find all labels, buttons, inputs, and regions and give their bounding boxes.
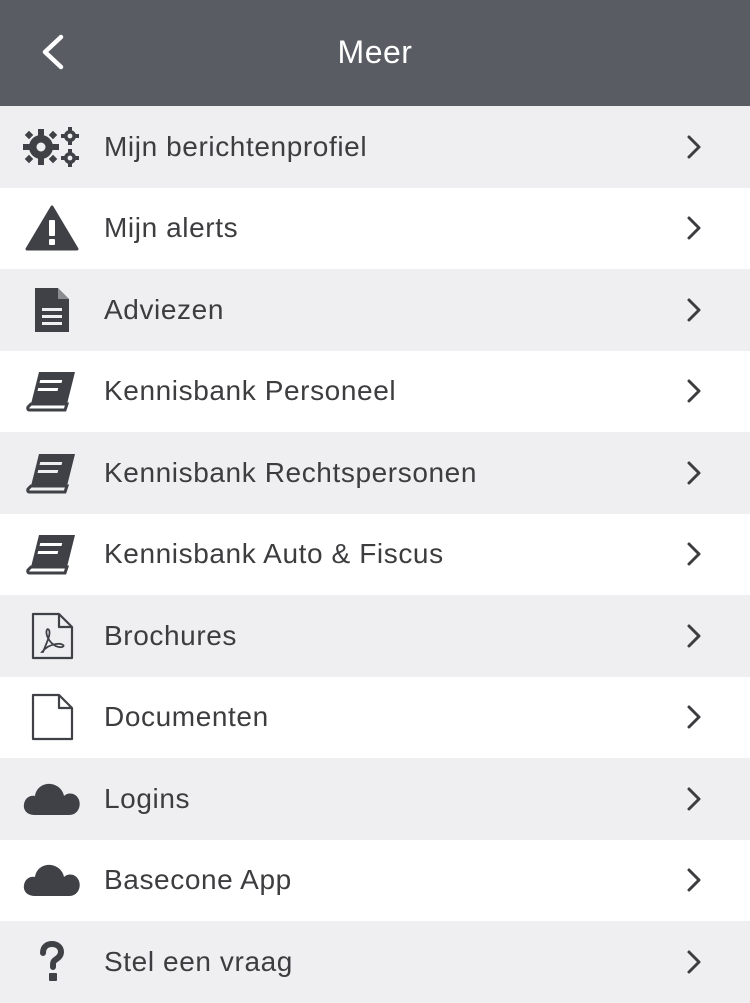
menu-item-berichtenprofiel[interactable]: Mijn berichtenprofiel: [0, 106, 750, 188]
menu-item-label: Kennisbank Personeel: [104, 375, 397, 407]
cloud-icon: [20, 855, 84, 905]
menu-item-label: Mijn berichtenprofiel: [104, 130, 368, 162]
chevron-right-icon: [676, 697, 712, 737]
chevron-right-icon: [676, 942, 712, 982]
chevron-right-icon: [676, 127, 712, 167]
menu-item-kennisbank-auto-fiscus[interactable]: Kennisbank Auto & Fiscus: [0, 514, 750, 596]
chevron-right-icon: [676, 616, 712, 656]
book-icon: [20, 448, 84, 498]
menu-item-kennisbank-personeel[interactable]: Kennisbank Personeel: [0, 351, 750, 433]
book-icon: [20, 529, 84, 579]
menu-item-brochures[interactable]: Brochures: [0, 595, 750, 677]
pdf-file-icon: [20, 611, 84, 661]
document-icon: [20, 285, 84, 335]
menu-item-label: Adviezen: [104, 293, 224, 325]
menu-list: Mijn berichtenprofiel Mijn alerts Adviez…: [0, 106, 750, 1003]
menu-item-documenten[interactable]: Documenten: [0, 677, 750, 759]
menu-item-logins[interactable]: Logins: [0, 758, 750, 840]
chevron-right-icon: [676, 860, 712, 900]
menu-item-adviezen[interactable]: Adviezen: [0, 269, 750, 351]
file-outline-icon: [20, 692, 84, 742]
cloud-icon: [20, 774, 84, 824]
chevron-right-icon: [676, 371, 712, 411]
menu-item-label: Stel een vraag: [104, 945, 293, 977]
menu-item-label: Documenten: [104, 701, 269, 733]
menu-item-label: Logins: [104, 782, 191, 814]
menu-item-label: Kennisbank Rechtspersonen: [104, 456, 478, 488]
menu-item-kennisbank-rechtspersonen[interactable]: Kennisbank Rechtspersonen: [0, 432, 750, 514]
menu-item-basecone-app[interactable]: Basecone App: [0, 840, 750, 922]
chevron-right-icon: [676, 208, 712, 248]
warning-icon: [20, 203, 84, 253]
menu-item-label: Brochures: [104, 619, 238, 651]
question-icon: [20, 937, 84, 987]
menu-item-label: Kennisbank Auto & Fiscus: [104, 538, 444, 570]
chevron-right-icon: [676, 534, 712, 574]
book-icon: [20, 366, 84, 416]
app-header: Meer: [0, 0, 750, 106]
chevron-right-icon: [676, 779, 712, 819]
gears-icon: [20, 122, 84, 172]
chevron-right-icon: [676, 290, 712, 330]
chevron-right-icon: [676, 453, 712, 493]
page-title: Meer: [337, 34, 413, 70]
menu-item-label: Basecone App: [104, 864, 292, 896]
menu-item-label: Mijn alerts: [104, 212, 239, 244]
menu-item-alerts[interactable]: Mijn alerts: [0, 188, 750, 270]
menu-item-stel-een-vraag[interactable]: Stel een vraag: [0, 921, 750, 1003]
